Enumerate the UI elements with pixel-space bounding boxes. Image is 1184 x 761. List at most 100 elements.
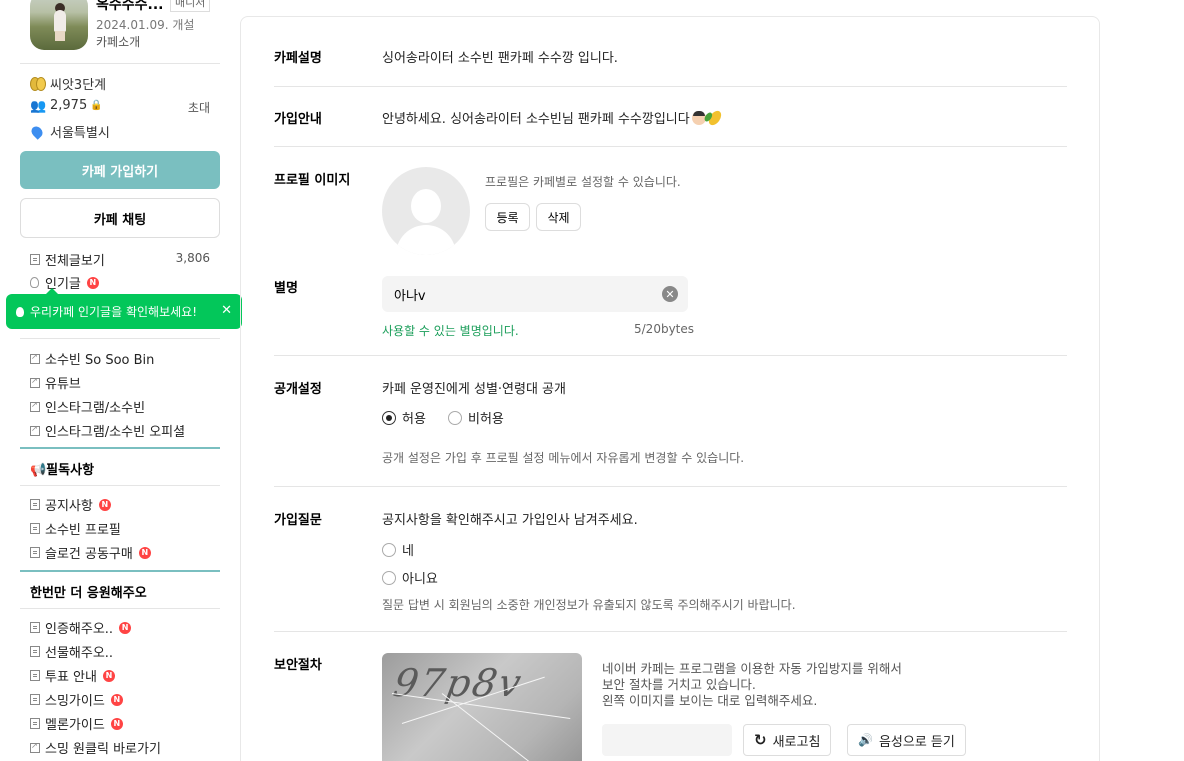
lock-icon: 🔒 [90,100,103,111]
join-cafe-button[interactable]: 카페 가입하기 [20,151,220,189]
new-badge: N [102,669,115,682]
menu-vote[interactable]: 투표 안내 N [30,666,115,685]
menu-link-1[interactable]: 유튜브 [30,373,81,392]
nickname-field[interactable]: ✕ [382,276,688,312]
menu-link-2[interactable]: 인스타그램/소수빈 [30,397,145,416]
popular-posts-tooltip[interactable]: 우리카페 인기글을 확인해보세요! ✕ [6,288,242,329]
security-label: 보안절차 [274,658,322,673]
delete-button[interactable]: 삭제 [536,203,581,231]
menu-label: 전체글보기 [45,254,105,269]
nickname-input[interactable] [394,284,644,304]
menu-popular[interactable]: 인기글 N [30,273,99,292]
nickname-label: 별명 [274,281,298,296]
button-label: 음성으로 듣기 [878,734,955,750]
new-badge: N [98,498,111,511]
menu-melon-guide[interactable]: 멜론가이드 N [30,714,123,733]
radio-label: 허용 [402,412,426,427]
desc-text: 싱어송라이터 소수빈 팬카페 수수깡 입니다. [382,51,618,66]
new-badge: N [110,717,123,730]
question-text: 공지사항을 확인해주시고 가입인사 남겨주세요. [382,513,638,528]
menu-label: 소수빈 프로필 [45,523,121,538]
new-badge: N [138,546,151,559]
security-info: 네이버 카페는 프로그램을 이용한 자동 가입방지를 위해서 보안 절차를 거치… [602,661,902,709]
yes-radio[interactable]: 네 [382,540,414,559]
join-form-panel: 카페설명 싱어송라이터 소수빈 팬카페 수수깡 입니다. 가입안내 안녕하세요.… [240,16,1100,761]
menu-label: 소수빈 So Soo Bin [45,353,155,368]
menu-label: 유튜브 [45,377,81,392]
group-title-notice[interactable]: 📢필독사항 [30,459,94,478]
menu-slogan[interactable]: 슬로건 공동구매 N [30,543,151,562]
external-link-icon [30,376,40,388]
location-row: 서울특별시 [29,122,110,141]
open-date: 2024.01.09. 개설 [96,18,195,32]
guide-text-row: 안녕하세요. 싱어송라이터 소수빈님 팬카페 수수깡입니다 [382,108,724,128]
register-button[interactable]: 등록 [485,203,530,231]
group-title-support[interactable]: 한번만 더 응원해주오 [30,582,147,601]
group-divider [20,570,220,572]
menu-verify[interactable]: 인증해주오.. N [30,618,132,637]
security-info-line: 보안 절차를 거치고 있습니다. [602,677,756,692]
external-link-icon [30,424,40,436]
refresh-button[interactable]: ↻ 새로고침 [743,724,832,756]
audio-button[interactable]: 🔊 음성으로 듣기 [847,724,966,756]
menu-label: 공지사항 [45,499,93,514]
location-text: 서울특별시 [50,126,110,141]
fire-icon [16,306,24,317]
speaker-icon: 🔊 [858,733,873,747]
menu-streaming-guide[interactable]: 스밍가이드 N [30,690,123,709]
cafe-intro-link[interactable]: 카페소개 [96,33,140,50]
radio-label: 비허용 [468,412,504,427]
divider [274,355,1067,356]
refresh-icon: ↻ [754,731,767,749]
clear-icon[interactable]: ✕ [662,286,678,302]
cafe-chat-button[interactable]: 카페 채팅 [20,198,220,238]
new-badge: N [119,621,132,634]
menu-label: 인증해주오.. [45,622,114,637]
deny-radio[interactable]: 비허용 [448,408,504,427]
radio-checked-icon [382,410,396,425]
menu-gift[interactable]: 선물해주오.. [30,642,113,661]
manager-badge: 매니저 [170,0,211,12]
menu-notice[interactable]: 공지사항 N [30,495,111,514]
menu-one-click[interactable]: 스밍 원클릭 바로가기 [30,738,161,757]
board-icon [30,499,40,510]
nickname-ok-message: 사용할 수 있는 별명입니다. [382,324,519,338]
external-link-icon [30,400,40,412]
no-radio[interactable]: 아니요 [382,568,438,587]
menu-label: 스밍가이드 [45,694,105,709]
desc-label: 카페설명 [274,51,322,66]
menu-link-0[interactable]: 소수빈 So Soo Bin [30,349,154,368]
captcha-input[interactable] [602,724,732,756]
board-icon [30,254,40,265]
menu-link-3[interactable]: 인스타그램/소수빈 오피셜 [30,421,185,440]
radio-label: 네 [402,544,414,559]
member-count-row[interactable]: 👥 2,975 🔒 [30,98,103,114]
sidebar: 옥수수수... 매니저 2024.01.09. 개설 카페소개 씨앗3단계 👥 … [20,0,220,761]
question-label: 가입질문 [274,513,322,528]
profile-image-label: 프로필 이미지 [274,173,351,188]
menu-label: 인스타그램/소수빈 [45,401,146,416]
captcha-text: 97p8v [390,661,527,705]
radio-icon [448,410,462,425]
divider [274,146,1067,147]
cafe-level[interactable]: 씨앗3단계 [30,74,106,93]
radio-icon [382,542,396,557]
menu-profile[interactable]: 소수빈 프로필 [30,519,121,538]
close-icon[interactable]: ✕ [221,303,232,318]
allow-radio[interactable]: 허용 [382,408,426,427]
profile-hint: 프로필은 카페별로 설정할 수 있습니다. [485,175,681,189]
board-icon [30,694,40,705]
invite-link[interactable]: 초대 [188,99,210,116]
board-icon [30,622,40,633]
menu-all-posts[interactable]: 전체글보기 [30,250,105,269]
cafe-name[interactable]: 옥수수수... [96,0,163,14]
menu-label: 선물해주오.. [45,646,114,661]
board-icon [30,523,40,534]
new-badge: N [86,276,99,289]
board-icon [30,670,40,681]
cafe-avatar[interactable] [30,0,88,50]
menu-label: 투표 안내 [45,670,97,685]
menu-label: 슬로건 공동구매 [45,547,133,562]
all-posts-count: 3,806 [175,251,210,265]
new-badge: N [110,693,123,706]
